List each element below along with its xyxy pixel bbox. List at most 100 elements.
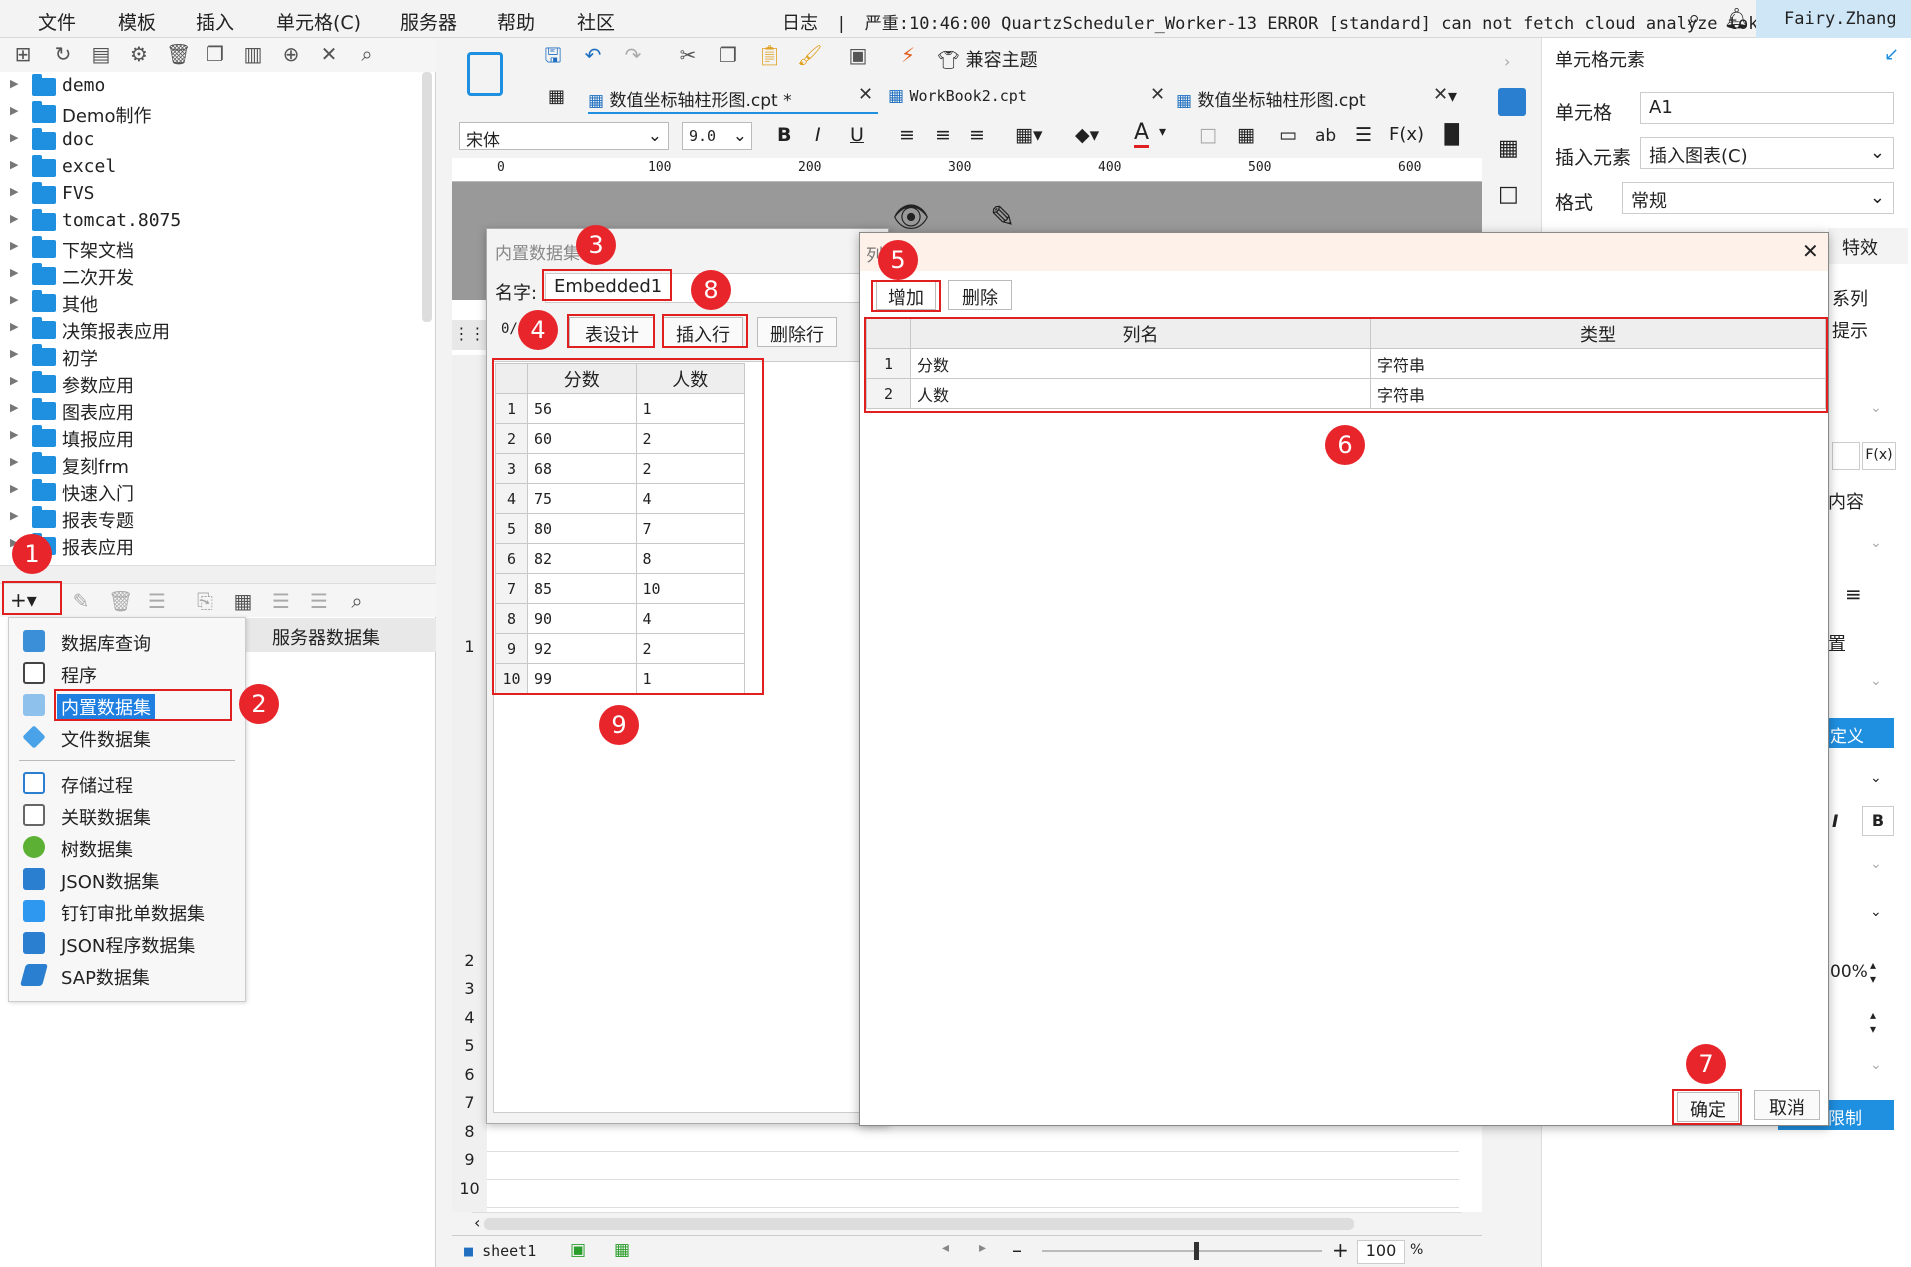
row-number[interactable]: 8 — [452, 1122, 487, 1141]
menu-item-tree-dataset[interactable]: 树数据集 — [9, 832, 245, 862]
tab-chart-modified[interactable]: ▦ 数值坐标轴柱形图.cpt * ✕ — [588, 80, 878, 114]
locate-icon[interactable]: ⊕ — [280, 43, 302, 65]
report-icon[interactable]: ▤ — [90, 43, 112, 65]
expand-arrow-icon[interactable]: ▶ — [10, 131, 18, 144]
row-number[interactable]: 3 — [452, 979, 487, 998]
custom-button[interactable]: 定义 — [1828, 718, 1894, 748]
expand-arrow-icon[interactable]: ▶ — [10, 455, 18, 468]
sheet-tab[interactable]: ■ sheet1 — [464, 1242, 536, 1260]
expand-arrow-icon[interactable]: ▶ — [10, 158, 18, 171]
expand-arrow-icon[interactable]: ▶ — [10, 239, 18, 252]
add-form-icon[interactable]: ▦ — [614, 1240, 630, 1260]
close-tab-icon[interactable]: ✕ — [1433, 84, 1448, 105]
search-files-icon[interactable]: ⌕ — [356, 43, 378, 65]
list-icon[interactable]: ☰ — [1355, 124, 1372, 146]
user-name[interactable]: Fairy.Zhang — [1756, 0, 1911, 38]
menu-item-stored-procedure[interactable]: 存储过程 — [9, 768, 245, 798]
formula-input[interactable] — [1832, 442, 1860, 470]
tab-chart[interactable]: ▦ 数值坐标轴柱形图.cpt ✕ — [1176, 80, 1451, 114]
font-size-select[interactable]: 9.0 ⌄ — [682, 122, 752, 150]
expand-arrow-icon[interactable]: ▶ — [10, 320, 18, 333]
dataset-setting-icon[interactable]: ▦ — [232, 590, 254, 612]
align-left-icon[interactable]: ≡ — [899, 124, 915, 146]
menu-item-relation-dataset[interactable]: 关联数据集 — [9, 800, 245, 830]
expand-icon[interactable]: › — [1504, 52, 1510, 71]
format-select[interactable]: 常规 ⌄ — [1622, 182, 1894, 214]
tab-effects[interactable]: 特效 — [1828, 228, 1908, 264]
expand-arrow-icon[interactable]: ▶ — [10, 293, 18, 306]
expand-arrow-icon[interactable]: ▶ — [10, 212, 18, 225]
chevron-down-icon[interactable]: ⌄ — [1870, 904, 1882, 920]
menu-item-sap-dataset[interactable]: SAP数据集 — [9, 960, 245, 990]
menu-item-program[interactable]: 程序 — [9, 658, 245, 688]
next-sheet-icon[interactable]: ▸ — [979, 1240, 986, 1256]
scroll-left-icon[interactable]: ‹ — [474, 1213, 480, 1232]
stepper-icon[interactable]: ▴ ▾ — [1870, 958, 1876, 986]
menu-cell[interactable]: 单元格(C) — [276, 8, 361, 35]
chevron-down-icon[interactable]: ⌄ — [1870, 400, 1882, 416]
menu-insert[interactable]: 插入 — [196, 8, 234, 35]
content-label[interactable]: 内容 — [1828, 488, 1864, 514]
fill-color-icon[interactable]: ◆▾ — [1075, 124, 1099, 146]
close-icon[interactable]: ✕ — [1802, 239, 1819, 263]
cell-element-icon[interactable] — [1498, 88, 1526, 116]
format-brush-icon[interactable]: 🖌︎ — [797, 44, 822, 66]
series-label[interactable]: 系列 — [1832, 285, 1868, 311]
tree-scrollbar[interactable] — [422, 72, 432, 322]
expand-arrow-icon[interactable]: ▶ — [10, 509, 18, 522]
expand-arrow-icon[interactable]: ▶ — [10, 482, 18, 495]
formula-icon[interactable]: F(x) — [1389, 124, 1424, 145]
merge-icon[interactable]: □ — [1199, 124, 1217, 146]
expand-arrow-icon[interactable]: ▶ — [10, 104, 18, 117]
stepper-icon[interactable]: ▴ ▾ — [1870, 1008, 1876, 1036]
zoom-slider-thumb[interactable] — [1194, 1242, 1199, 1260]
undo-icon[interactable]: ↶ — [582, 44, 604, 66]
font-select[interactable]: 宋体 ⌄ — [459, 122, 669, 151]
trash-icon[interactable]: ▥ — [242, 43, 264, 65]
bar-chart-icon[interactable]: ▐▌ — [1437, 124, 1466, 146]
paste-icon[interactable]: 📋︎ — [757, 44, 782, 66]
menu-item-database-query[interactable]: 数据库查询 — [9, 626, 245, 656]
scrollbar-thumb[interactable] — [484, 1218, 1354, 1230]
font-color-icon[interactable]: A — [1134, 120, 1150, 148]
delete-row-button[interactable]: 删除行 — [757, 317, 837, 347]
redo-icon[interactable]: ↷ — [622, 44, 644, 66]
search-icon[interactable]: ⌕ — [1688, 6, 1700, 31]
menu-community[interactable]: 社区 — [577, 8, 615, 35]
delete-icon[interactable]: 🗑︎ — [166, 43, 191, 65]
menu-server[interactable]: 服务器 — [400, 8, 457, 35]
row-number[interactable]: 10 — [452, 1179, 487, 1198]
delete-column-button[interactable]: 删除 — [948, 280, 1012, 310]
corner-cell[interactable]: ⋮⋮ — [452, 320, 487, 350]
row-number[interactable]: 4 — [452, 1008, 487, 1027]
zoom-out-icon[interactable]: – — [1012, 1238, 1022, 1262]
insert-element-select[interactable]: 插入图表(C) ⌄ — [1640, 137, 1894, 169]
close-tab-icon[interactable]: ✕ — [1150, 84, 1165, 105]
table-icon[interactable]: ▦ — [1237, 124, 1255, 146]
expand-arrow-icon[interactable]: ▶ — [10, 185, 18, 198]
formula-button[interactable]: F(x) — [1862, 442, 1896, 470]
row-number[interactable]: 9 — [452, 1150, 487, 1169]
expand-arrow-icon[interactable]: ▶ — [10, 266, 18, 279]
row-number[interactable]: 1 — [452, 637, 487, 656]
menu-help[interactable]: 帮助 — [497, 8, 535, 35]
cancel-button[interactable]: 取消 — [1754, 1090, 1820, 1120]
align-icon[interactable]: ≡ — [1845, 582, 1862, 606]
new-folder-icon[interactable]: ⊞ — [12, 43, 34, 65]
collapse-icon[interactable]: ✕ — [318, 43, 340, 65]
row-number[interactable]: 5 — [452, 1036, 487, 1055]
chevron-down-icon[interactable]: ⌄ — [1870, 856, 1882, 872]
cell-attribute-icon[interactable]: ▦ — [1498, 136, 1519, 161]
log-line[interactable]: 日志 | 严重:10:46:00 QuartzScheduler_Worker-… — [782, 9, 1789, 35]
tab-menu-icon[interactable]: ▾ — [1448, 86, 1457, 107]
hint-label[interactable]: 提示 — [1832, 317, 1868, 343]
italic-icon[interactable]: I — [1832, 812, 1838, 832]
bold-icon[interactable]: B — [777, 124, 791, 146]
copy-icon[interactable]: ❐ — [717, 44, 739, 66]
horizontal-scrollbar[interactable]: ‹ — [472, 1212, 1462, 1234]
add-sheet-icon[interactable]: ▣ — [570, 1240, 586, 1260]
zoom-slider-track[interactable] — [1042, 1250, 1322, 1252]
tab-workbook2[interactable]: ▦ WorkBook2.cpt ✕ — [888, 80, 1168, 114]
settings-icon[interactable]: ⚙ — [128, 43, 150, 65]
menu-file[interactable]: 文件 — [38, 8, 76, 35]
